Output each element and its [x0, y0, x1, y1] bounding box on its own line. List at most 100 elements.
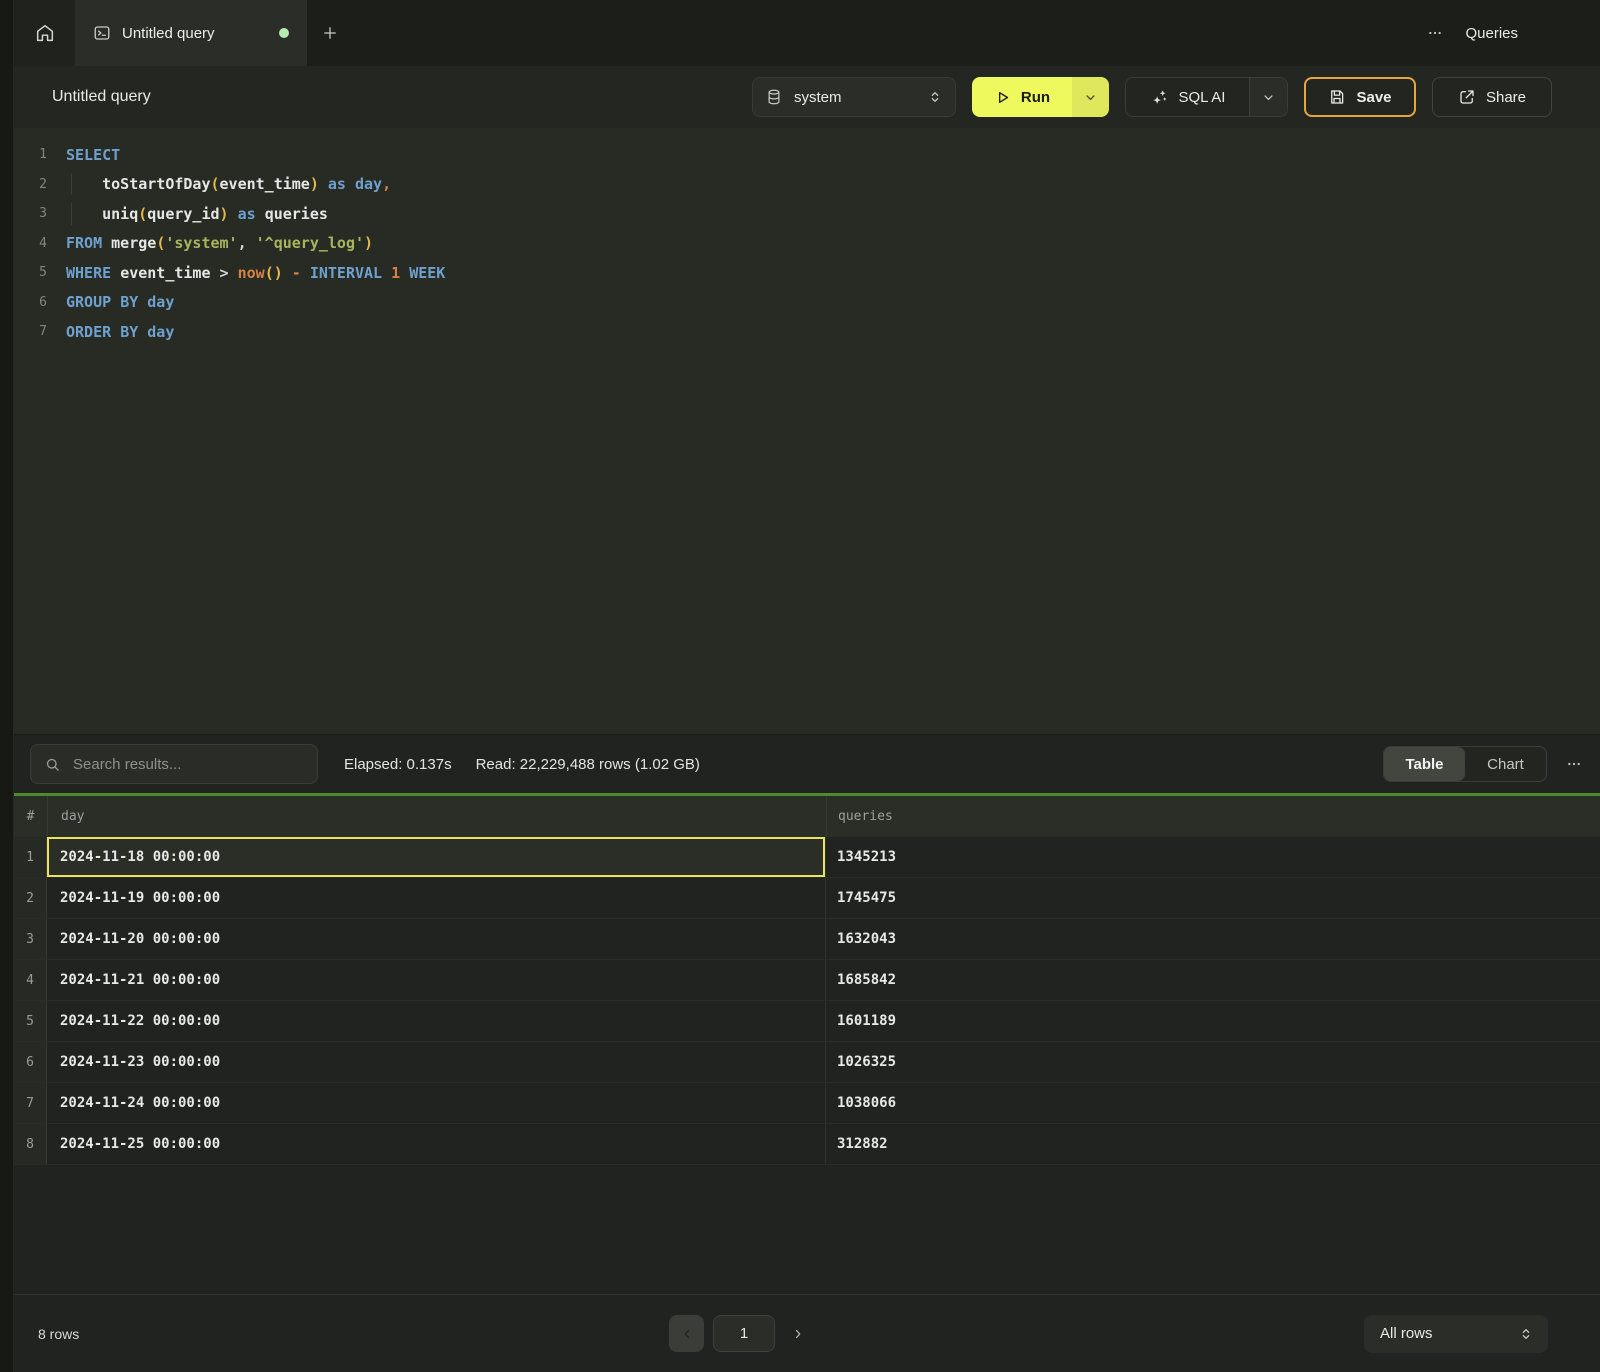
table-row: 42024-11-21 00:00:001685842	[14, 960, 1600, 1001]
cell-day[interactable]: 2024-11-21 00:00:00	[47, 960, 826, 1000]
code-line: 7ORDER BY day	[14, 317, 1600, 347]
chevron-down-icon	[1083, 90, 1098, 105]
line-number: 7	[14, 324, 62, 339]
row-count: 8 rows	[38, 1326, 79, 1342]
cell-day[interactable]: 2024-11-20 00:00:00	[47, 919, 826, 959]
home-button[interactable]	[14, 0, 75, 66]
query-toolbar: Untitled query system Run	[14, 66, 1600, 128]
updown-chevron-icon	[1518, 1326, 1534, 1342]
updown-chevron-icon	[927, 89, 943, 105]
sql-ai-button[interactable]: SQL AI	[1126, 78, 1249, 116]
column-header-queries[interactable]: queries	[826, 796, 1600, 837]
chevron-right-icon	[791, 1327, 805, 1341]
row-number: 4	[14, 960, 47, 1000]
tab-untitled-query[interactable]: Untitled query	[75, 0, 307, 66]
table-row: 62024-11-23 00:00:001026325	[14, 1042, 1600, 1083]
chevron-left-icon	[680, 1327, 694, 1341]
cell-day[interactable]: 2024-11-22 00:00:00	[47, 1001, 826, 1041]
table-view-toggle[interactable]: Table	[1384, 747, 1465, 781]
table-header: # day queries	[14, 796, 1600, 837]
search-results-box	[30, 744, 318, 784]
cell-queries[interactable]: 1685842	[826, 960, 1600, 1000]
search-icon	[44, 756, 61, 773]
sql-console: Untitled query Queries Untitled query	[14, 0, 1600, 1372]
code-line: 6GROUP BY day	[14, 288, 1600, 318]
column-header-index[interactable]: #	[14, 796, 47, 837]
run-options-dropdown[interactable]	[1072, 77, 1109, 117]
terminal-icon	[93, 24, 111, 42]
cell-day[interactable]: 2024-11-24 00:00:00	[47, 1083, 826, 1123]
cell-day[interactable]: 2024-11-19 00:00:00	[47, 878, 826, 918]
database-select-value: system	[794, 89, 916, 106]
sql-ai-label: SQL AI	[1179, 89, 1226, 106]
save-icon	[1328, 88, 1346, 106]
page-size-value: All rows	[1380, 1325, 1518, 1342]
plus-icon	[321, 24, 339, 42]
new-tab-button[interactable]	[307, 0, 353, 66]
save-button-label: Save	[1356, 89, 1391, 106]
share-button-label: Share	[1486, 89, 1526, 106]
sparkles-icon	[1150, 88, 1169, 107]
next-page-button[interactable]	[784, 1315, 812, 1352]
table-empty-area	[14, 1165, 1600, 1294]
row-number: 5	[14, 1001, 47, 1041]
code-line: 3 uniq(query_id) as queries	[14, 199, 1600, 229]
cell-queries[interactable]: 1745475	[826, 878, 1600, 918]
cell-queries[interactable]: 1601189	[826, 1001, 1600, 1041]
line-number: 3	[14, 206, 62, 221]
code-line: 4FROM merge('system', '^query_log')	[14, 229, 1600, 259]
table-row: 52024-11-22 00:00:001601189	[14, 1001, 1600, 1042]
row-number: 1	[14, 837, 47, 877]
cell-day[interactable]: 2024-11-25 00:00:00	[47, 1124, 826, 1164]
sql-editor[interactable]: 1SELECT2 toStartOfDay(event_time) as day…	[14, 128, 1600, 734]
page-title: Untitled query	[52, 88, 151, 106]
ellipsis-icon	[1566, 756, 1582, 772]
column-header-day[interactable]: day	[47, 796, 826, 837]
tab-bar: Untitled query Queries	[14, 0, 1600, 66]
selected-cell-day[interactable]: 2024-11-18 00:00:00	[47, 837, 826, 877]
tab-label: Untitled query	[122, 25, 268, 42]
page-number-button[interactable]: 1	[713, 1315, 775, 1352]
code-line: 1SELECT	[14, 140, 1600, 170]
search-results-input[interactable]	[71, 755, 304, 774]
cell-queries[interactable]: 1345213	[826, 837, 1600, 877]
line-number: 2	[14, 177, 62, 192]
cell-day[interactable]: 2024-11-23 00:00:00	[47, 1042, 826, 1082]
database-icon	[765, 88, 783, 106]
cell-queries[interactable]: 1038066	[826, 1083, 1600, 1123]
results-more-button[interactable]	[1564, 754, 1584, 774]
queries-link[interactable]: Queries	[1465, 25, 1518, 42]
row-number: 8	[14, 1124, 47, 1164]
code-line: 5WHERE event_time > now() - INTERVAL 1 W…	[14, 258, 1600, 288]
share-icon	[1458, 88, 1476, 106]
table-row: 22024-11-19 00:00:001745475	[14, 878, 1600, 919]
more-options-button[interactable]	[1425, 23, 1445, 43]
play-icon	[994, 89, 1011, 106]
sql-ai-button-group: SQL AI	[1125, 77, 1288, 117]
cell-queries[interactable]: 1026325	[826, 1042, 1600, 1082]
unsaved-changes-dot	[279, 28, 289, 38]
cell-queries[interactable]: 312882	[826, 1124, 1600, 1164]
elapsed-time: Elapsed: 0.137s	[344, 756, 452, 773]
results-footer: 8 rows 1 All rows	[14, 1294, 1600, 1372]
sql-ai-dropdown[interactable]	[1249, 78, 1287, 116]
view-toggle: Table Chart	[1383, 746, 1547, 782]
share-button[interactable]: Share	[1432, 77, 1552, 117]
save-button[interactable]: Save	[1304, 77, 1416, 117]
run-button-label: Run	[1021, 89, 1050, 106]
table-row: 12024-11-18 00:00:001345213	[14, 837, 1600, 878]
previous-page-button[interactable]	[669, 1315, 704, 1352]
cell-queries[interactable]: 1632043	[826, 919, 1600, 959]
results-toolbar: Elapsed: 0.137s Read: 22,229,488 rows (1…	[14, 734, 1600, 793]
line-number: 1	[14, 147, 62, 162]
database-select[interactable]: system	[752, 77, 956, 117]
home-icon	[34, 22, 56, 44]
table-row: 72024-11-24 00:00:001038066	[14, 1083, 1600, 1124]
line-number: 5	[14, 265, 62, 280]
page-size-select[interactable]: All rows	[1364, 1315, 1548, 1353]
table-row: 32024-11-20 00:00:001632043	[14, 919, 1600, 960]
chart-view-toggle[interactable]: Chart	[1465, 747, 1546, 781]
row-number: 7	[14, 1083, 47, 1123]
run-button[interactable]: Run	[972, 77, 1072, 117]
run-button-group: Run	[972, 77, 1109, 117]
